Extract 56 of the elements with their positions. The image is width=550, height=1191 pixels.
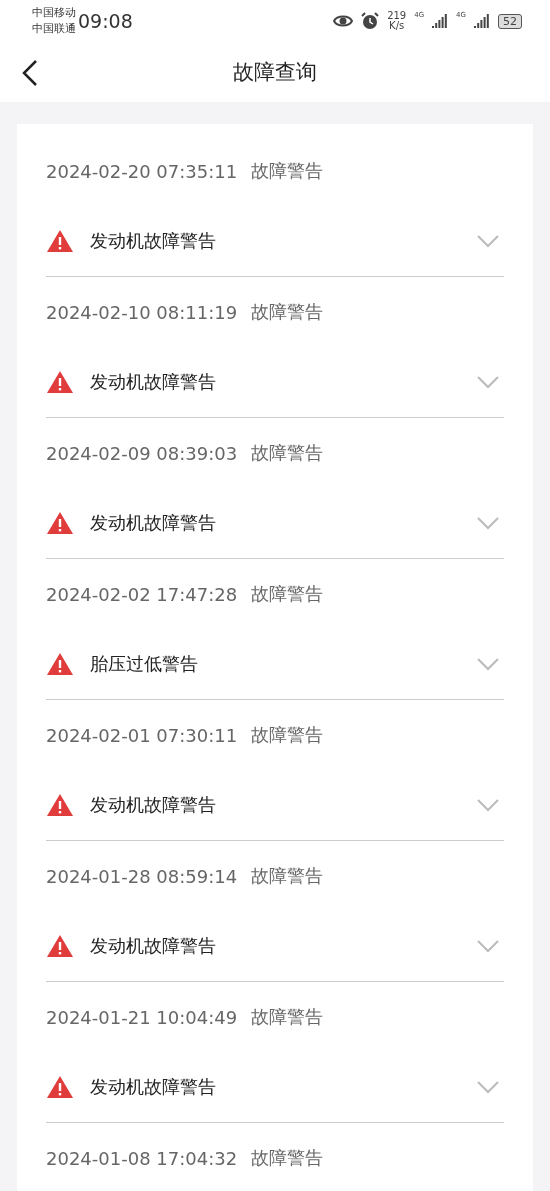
record-datetime: 2024-02-09 08:39:03 xyxy=(46,442,238,464)
alert-row[interactable]: 发动机故障警告 xyxy=(46,206,504,277)
record-datetime: 2024-02-01 07:30:11 xyxy=(46,724,238,746)
alert-name: 发动机故障警告 xyxy=(90,934,216,958)
signal-icon xyxy=(432,14,449,28)
warning-icon xyxy=(46,370,74,394)
eye-icon xyxy=(333,14,354,28)
warning-icon xyxy=(46,793,74,817)
record-datetime: 2024-01-08 17:04:32 xyxy=(46,1147,238,1169)
alert-row[interactable]: 发动机故障警告 xyxy=(46,488,504,559)
alert-name: 发动机故障警告 xyxy=(90,370,216,394)
record-type: 故障警告 xyxy=(251,159,324,183)
warning-icon xyxy=(46,652,74,676)
record-type: 故障警告 xyxy=(251,441,324,465)
back-icon[interactable] xyxy=(20,59,40,87)
chevron-down-icon[interactable] xyxy=(476,234,500,248)
signal-icon xyxy=(474,14,490,28)
status-time: 09:08 xyxy=(78,10,133,32)
record-datetime: 2024-01-21 10:04:49 xyxy=(46,1006,238,1028)
alert-row[interactable]: 发动机故障警告 xyxy=(46,770,504,841)
alert-name: 发动机故障警告 xyxy=(90,793,216,817)
speed-unit: K/s xyxy=(389,21,405,31)
alert-row[interactable]: 发动机故障警告 xyxy=(46,1052,504,1123)
alert-row[interactable]: 发动机故障警告 xyxy=(46,911,504,982)
record-type: 故障警告 xyxy=(251,1146,324,1170)
chevron-down-icon[interactable] xyxy=(476,939,500,953)
warning-icon xyxy=(46,934,74,958)
record-type: 故障警告 xyxy=(251,300,324,324)
chevron-down-icon[interactable] xyxy=(476,375,500,389)
record-datetime: 2024-02-02 17:47:28 xyxy=(46,583,238,605)
warning-icon xyxy=(46,229,74,253)
carrier-name: 中国移动 xyxy=(32,5,76,21)
battery-level: 52 xyxy=(498,13,522,29)
record-type: 故障警告 xyxy=(251,864,324,888)
record-datetime: 2024-01-28 08:59:14 xyxy=(46,865,238,887)
alert-row[interactable]: 胎压过低警告 xyxy=(46,629,504,700)
chevron-down-icon[interactable] xyxy=(476,1080,500,1094)
chevron-down-icon[interactable] xyxy=(476,657,500,671)
network-speed: 219 xyxy=(387,11,407,21)
warning-icon xyxy=(46,1075,74,1099)
record-datetime: 2024-02-20 07:35:11 xyxy=(46,160,238,182)
warning-icon xyxy=(46,511,74,535)
record-type: 故障警告 xyxy=(251,1005,324,1029)
record-type: 故障警告 xyxy=(251,582,324,606)
alarm-icon xyxy=(361,12,380,30)
alert-name: 发动机故障警告 xyxy=(90,229,216,253)
record-type: 故障警告 xyxy=(251,723,324,747)
alert-name: 发动机故障警告 xyxy=(90,1075,216,1099)
page-title: 故障查询 xyxy=(233,59,317,86)
alert-name: 胎压过低警告 xyxy=(90,652,198,676)
chevron-down-icon[interactable] xyxy=(476,516,500,530)
alert-row[interactable]: 发动机故障警告 xyxy=(46,347,504,418)
record-datetime: 2024-02-10 08:11:19 xyxy=(46,301,238,323)
alert-name: 发动机故障警告 xyxy=(90,511,216,535)
carrier-name: 中国联通 xyxy=(32,21,76,37)
chevron-down-icon[interactable] xyxy=(476,798,500,812)
